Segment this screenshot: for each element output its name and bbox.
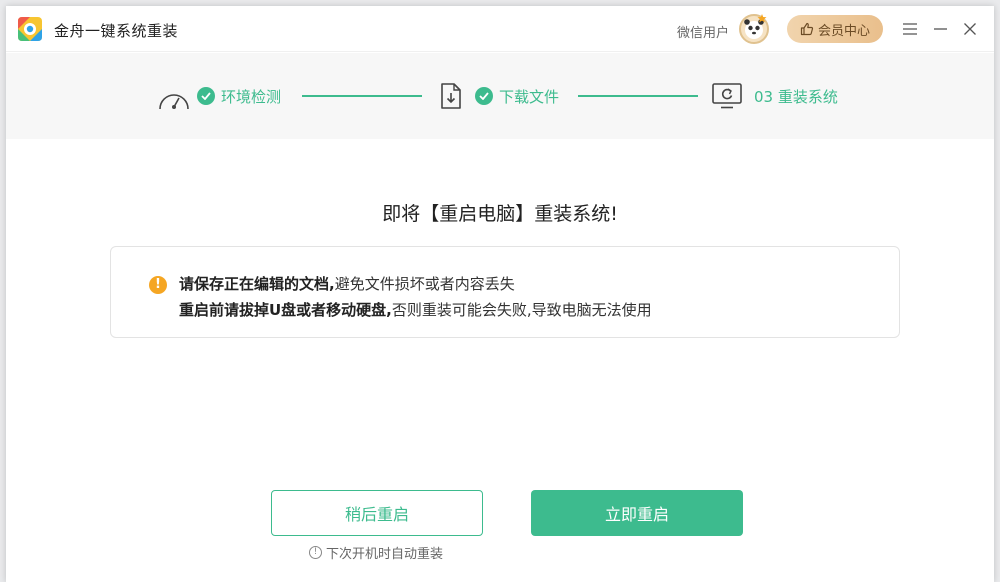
warning-icon: ! (149, 276, 167, 294)
check-icon (475, 87, 493, 105)
avatar[interactable] (738, 13, 770, 45)
notice-line-2-rest: 否则重装可能会失败,导致电脑无法使用 (391, 301, 652, 319)
hint-text: 下次开机时自动重装 (326, 547, 444, 562)
gauge-icon (159, 94, 189, 109)
info-icon: ! (309, 546, 322, 559)
vip-center-button[interactable]: 会员中心 (787, 15, 883, 43)
step-download-files: 下载文件 (439, 83, 559, 109)
app-logo-icon (18, 17, 42, 41)
check-icon (197, 87, 215, 105)
minimize-icon (933, 28, 947, 30)
app-window: 金舟一键系统重装 微信用户 会员中心 环境检测 下载文件 03 重装系统 即将【… (6, 6, 994, 582)
close-button[interactable] (960, 19, 980, 39)
auto-reinstall-hint: ! 下次开机时自动重装 (309, 543, 443, 562)
step-connector (302, 95, 422, 97)
menu-button[interactable] (900, 19, 920, 39)
step-reinstall-system: 03 重装系统 (712, 83, 838, 109)
notice-line-2: 重启前请拔掉U盘或者移动硬盘,否则重装可能会失败,导致电脑无法使用 (179, 299, 652, 320)
restart-later-button[interactable]: 稍后重启 (271, 490, 483, 536)
hamburger-menu-icon (903, 23, 917, 35)
step-label: 03 重装系统 (754, 87, 838, 106)
step-connector (578, 95, 698, 97)
download-file-icon (441, 83, 461, 109)
title-bar: 金舟一键系统重装 微信用户 会员中心 (6, 6, 994, 52)
restart-now-button[interactable]: 立即重启 (531, 490, 743, 536)
step-label: 环境检测 (221, 87, 282, 106)
notice-line-2-bold: 重启前请拔掉U盘或者移动硬盘, (179, 301, 392, 319)
progress-steps: 环境检测 下载文件 03 重装系统 (6, 53, 994, 139)
monitor-refresh-icon (712, 83, 742, 109)
vip-center-label: 会员中心 (817, 23, 870, 39)
headline: 即将【重启电脑】重装系统! (382, 203, 618, 225)
notice-line-1: 请保存正在编辑的文档,避免文件损坏或者内容丢失 (179, 273, 515, 294)
user-name[interactable]: 微信用户 (677, 22, 729, 41)
app-title: 金舟一键系统重装 (54, 22, 179, 40)
thumbs-up-icon (800, 22, 814, 36)
notice-line-1-bold: 请保存正在编辑的文档, (179, 275, 335, 293)
notice-line-1-rest: 避免文件损坏或者内容丢失 (334, 275, 515, 293)
step-label: 下载文件 (499, 87, 560, 106)
notice-box: ! 请保存正在编辑的文档,避免文件损坏或者内容丢失 重启前请拔掉U盘或者移动硬盘… (110, 246, 900, 338)
close-icon (964, 23, 976, 35)
minimize-button[interactable] (930, 19, 950, 39)
step-environment-check: 环境检测 (158, 83, 281, 109)
